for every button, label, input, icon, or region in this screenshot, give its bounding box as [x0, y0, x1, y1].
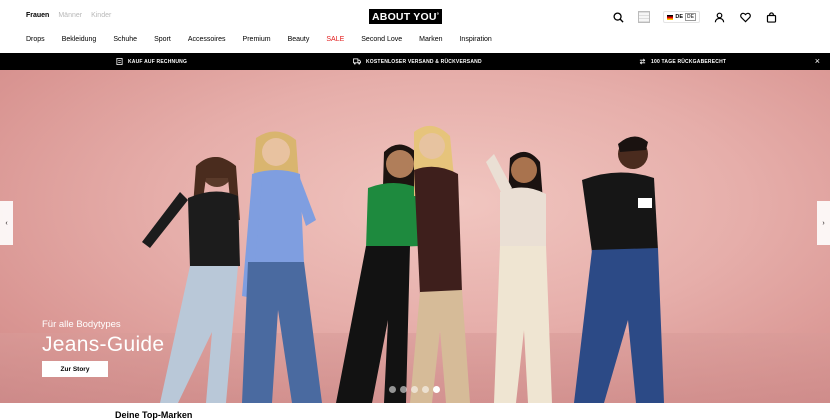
return-icon — [639, 58, 646, 65]
carousel-dot[interactable] — [422, 386, 429, 393]
tab-women[interactable]: Frauen — [26, 12, 49, 19]
language-flag-label: DE — [675, 14, 684, 20]
logo-text: ABOUT YOU — [372, 11, 437, 23]
carousel-dot[interactable] — [433, 386, 440, 393]
hero-kicker: Für alle Bodytypes — [42, 319, 121, 330]
logo[interactable]: ABOUT YOU° — [369, 9, 443, 24]
hero-cta-button[interactable]: Zur Story — [42, 361, 108, 377]
nav-second-love[interactable]: Second Love — [361, 36, 402, 43]
carousel-dot[interactable] — [411, 386, 418, 393]
promo-bar: KAUF AUF RECHNUNG KOSTENLOSER VERSAND & … — [0, 53, 830, 70]
carousel-next-button[interactable]: › — [817, 201, 830, 245]
heart-icon[interactable] — [738, 10, 752, 24]
hero-banner[interactable]: Für alle Bodytypes Jeans-Guide Zur Story… — [0, 70, 830, 403]
promo-invoice-label: KAUF AUF RECHNUNG — [128, 58, 188, 65]
nav-schuhe[interactable]: Schuhe — [113, 36, 137, 43]
gender-tabs: Frauen Männer Kinder — [26, 12, 111, 19]
nav-bekleidung[interactable]: Bekleidung — [62, 36, 97, 43]
section-heading: Deine Top-Marken — [115, 410, 193, 420]
promo-returns[interactable]: 100 TAGE RÜCKGABERECHT — [639, 58, 726, 65]
model-6 — [574, 136, 664, 403]
carousel-dot[interactable] — [400, 386, 407, 393]
promo-returns-label: 100 TAGE RÜCKGABERECHT — [651, 58, 727, 65]
header-top-row: Frauen Männer Kinder ABOUT YOU° DE DE — [0, 0, 830, 33]
bag-icon[interactable] — [764, 10, 778, 24]
model-2 — [242, 131, 322, 403]
flag-de-icon — [667, 14, 674, 20]
carousel-dots — [389, 386, 440, 393]
nav-premium[interactable]: Premium — [243, 36, 271, 43]
chevron-right-icon: › — [822, 219, 825, 227]
model-4 — [410, 125, 470, 403]
model-5 — [486, 151, 552, 403]
carousel-dot[interactable] — [389, 386, 396, 393]
chevron-left-icon: ‹ — [5, 219, 8, 227]
invoice-icon — [116, 58, 123, 65]
promo-shipping-label: KOSTENLOSER VERSAND & RÜCKVERSAND — [366, 58, 482, 65]
nav-drops[interactable]: Drops — [26, 36, 45, 43]
close-icon[interactable]: × — [815, 56, 820, 66]
logo-mark: ° — [436, 13, 440, 19]
tab-men[interactable]: Männer — [58, 12, 82, 19]
hero-title: Jeans-Guide — [42, 333, 165, 356]
nav-accessoires[interactable]: Accessoires — [188, 36, 226, 43]
nav-inspiration[interactable]: Inspiration — [459, 36, 491, 43]
header-actions: DE DE — [611, 10, 778, 24]
search-icon[interactable] — [611, 10, 625, 24]
promo-invoice[interactable]: KAUF AUF RECHNUNG — [116, 58, 187, 65]
model-1 — [142, 157, 240, 403]
nav-beauty[interactable]: Beauty — [288, 36, 310, 43]
nav-marken[interactable]: Marken — [419, 36, 442, 43]
user-icon[interactable] — [712, 10, 726, 24]
language-code: DE — [685, 13, 696, 21]
tab-kids[interactable]: Kinder — [91, 12, 111, 19]
carousel-prev-button[interactable]: ‹ — [0, 201, 13, 245]
nav-sale[interactable]: SALE — [326, 36, 344, 43]
nav-sport[interactable]: Sport — [154, 36, 171, 43]
promo-shipping[interactable]: KOSTENLOSER VERSAND & RÜCKVERSAND — [353, 58, 482, 65]
model-3 — [336, 144, 420, 403]
delivery-icon — [353, 58, 361, 65]
grid-icon[interactable] — [637, 10, 651, 24]
language-selector[interactable]: DE DE — [663, 11, 700, 23]
main-nav: Drops Bekleidung Schuhe Sport Accessoire… — [26, 36, 509, 43]
hero-text: Für alle Bodytypes Jeans-Guide — [42, 319, 164, 357]
